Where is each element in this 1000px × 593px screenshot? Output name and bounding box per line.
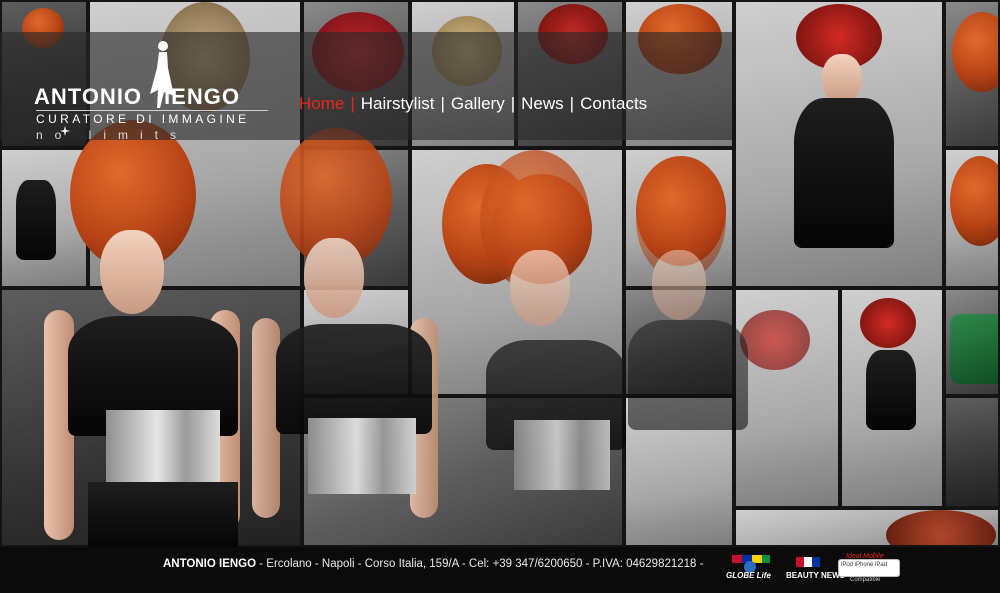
- globe-life-label: GLOBE Life: [726, 571, 771, 580]
- mobile-title: Ideal Mobile: [846, 553, 884, 560]
- beauty-news-badge[interactable]: BEAUTY NEWS: [786, 553, 845, 587]
- model-figure: [250, 128, 460, 547]
- mobile-devices: iPod iPhone iPad: [841, 562, 888, 568]
- collage-photo: [944, 148, 1000, 288]
- nav-gallery[interactable]: Gallery: [451, 94, 505, 113]
- main-navigation: Home | Hairstylist | Gallery | News | Contacts: [299, 94, 647, 114]
- nav-home[interactable]: Home: [299, 94, 344, 113]
- nav-separator: |: [350, 94, 355, 113]
- nav-hairstylist[interactable]: Hairstylist: [361, 94, 435, 113]
- collage-photo: [944, 396, 1000, 508]
- nav-contacts[interactable]: Contacts: [580, 94, 647, 113]
- model-figure: [40, 120, 270, 547]
- logo-tagline: no limits: [36, 128, 189, 142]
- collage-photo: [944, 0, 1000, 148]
- logo-subtitle: CURATORE DI IMMAGINE: [36, 112, 250, 126]
- model-figure: [620, 160, 770, 547]
- nav-news[interactable]: News: [521, 94, 564, 113]
- footer-info: ANTONIO IENGO - Ercolano - Napoli - Cors…: [163, 558, 703, 570]
- footer-address: - Ercolano - Napoli - Corso Italia, 159/…: [256, 558, 704, 570]
- logo-title: ANTONIO IENGO: [34, 84, 240, 109]
- nav-separator: |: [510, 94, 516, 113]
- collage-photo: [734, 508, 1000, 547]
- site-logo[interactable]: ANTONIO IENGO CURATORE DI IMMAGINE no lim…: [34, 38, 274, 146]
- logo-divider: [36, 110, 268, 111]
- nav-separator: |: [440, 94, 445, 113]
- site-footer: ANTONIO IENGO - Ercolano - Napoli - Cors…: [0, 547, 1000, 593]
- collage-photo: [840, 288, 944, 508]
- globe-life-badge[interactable]: GLOBE Life: [724, 553, 776, 587]
- mobile-compatible: Compatible: [850, 577, 881, 583]
- beauty-news-label: BEAUTY NEWS: [786, 571, 845, 580]
- ideal-mobile-badge[interactable]: Ideal Mobile iPod iPhone iPad Compatible: [838, 553, 900, 587]
- collage-photo: [944, 288, 1000, 396]
- nav-separator: |: [569, 94, 575, 113]
- flags-icon: [796, 557, 820, 567]
- footer-name: ANTONIO IENGO: [163, 558, 257, 570]
